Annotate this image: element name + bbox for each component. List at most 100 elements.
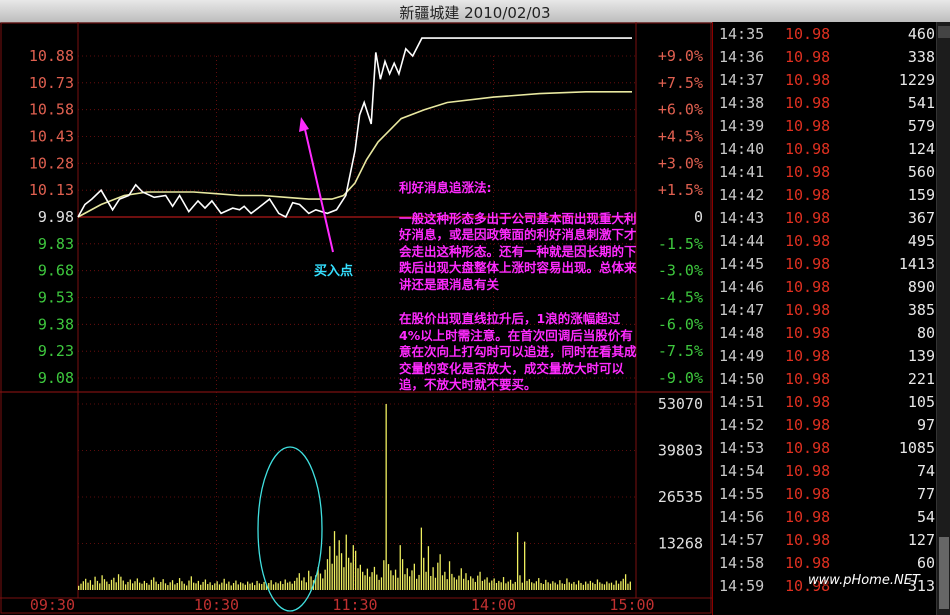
- trade-row: 14:56 10.98 54: [713, 506, 935, 529]
- volume-bar: [188, 580, 190, 590]
- volume-bar: [225, 583, 228, 590]
- trade-time: 14:54: [719, 462, 765, 480]
- volume-bar: [106, 581, 108, 590]
- trade-price: 10.98: [785, 416, 831, 434]
- volume-bar: [397, 577, 399, 590]
- volume-bar: [425, 571, 427, 590]
- volume-bar: [366, 568, 369, 590]
- volume-bar: [387, 564, 390, 590]
- volume-bar: [146, 582, 148, 590]
- volume-bar: [117, 574, 120, 590]
- trade-volume: 139: [907, 347, 935, 365]
- volume-bar: [408, 576, 411, 590]
- volume-bar: [347, 557, 350, 590]
- volume-bar: [282, 584, 284, 590]
- trade-row: 14:50 10.98 221: [713, 368, 935, 391]
- trade-row: 14:54 10.98 74: [713, 460, 935, 483]
- volume-bar: [291, 583, 293, 590]
- trade-volume: 890: [907, 278, 935, 296]
- volume-bar: [120, 576, 122, 590]
- trade-time: 14:49: [719, 347, 765, 365]
- trade-price: 10.98: [785, 255, 831, 273]
- volume-bar: [394, 569, 397, 590]
- volume-bar: [624, 574, 627, 590]
- window-title-bar: 新疆城建 2010/02/03: [0, 0, 950, 23]
- annotation-title: 利好消息追涨法:: [399, 180, 492, 195]
- volume-bar: [129, 579, 131, 590]
- volume-bar: [136, 578, 138, 590]
- volume-bar: [493, 578, 495, 590]
- trade-row: 14:42 10.98 159: [713, 184, 935, 207]
- volume-bar: [221, 582, 223, 590]
- volume-bar: [80, 583, 82, 590]
- volume-bar: [418, 574, 420, 590]
- volume-bar: [185, 585, 188, 590]
- volume-bar: [542, 584, 545, 590]
- trade-price: 10.98: [785, 554, 831, 572]
- volume-bar: [514, 581, 516, 590]
- trade-row: 14:39 10.98 579: [713, 115, 935, 138]
- time-tick-label: 15:00: [609, 596, 654, 614]
- volume-bar: [340, 553, 343, 590]
- volume-tick-label: 26535: [658, 488, 703, 506]
- volume-bar: [101, 575, 103, 590]
- trade-time: 14:38: [719, 94, 765, 112]
- scroll-up-arrow-icon[interactable]: [938, 26, 950, 38]
- volume-bar: [364, 575, 366, 590]
- trade-time: 14:51: [719, 393, 765, 411]
- price-tick-label: 9.68: [38, 262, 74, 280]
- volume-tick-label: 13268: [658, 535, 703, 553]
- volume-bar: [472, 578, 474, 590]
- scrollbar-thumb[interactable]: [939, 537, 949, 609]
- volume-bar: [488, 582, 491, 590]
- trade-list-scrollbar[interactable]: [936, 22, 950, 615]
- volume-bar: [171, 580, 174, 590]
- volume-bar: [369, 576, 371, 590]
- volume-bar: [585, 581, 587, 590]
- volume-tick-label: 53070: [658, 395, 703, 413]
- volume-bar: [552, 581, 554, 590]
- trade-time: 14:52: [719, 416, 765, 434]
- volume-bar: [606, 581, 608, 590]
- volume-bar: [524, 541, 526, 590]
- trade-time: 14:58: [719, 554, 765, 572]
- trade-row: 14:49 10.98 139: [713, 345, 935, 368]
- volume-bar: [594, 584, 596, 590]
- volume-bar: [608, 583, 610, 590]
- volume-bar: [162, 579, 164, 590]
- volume-bar: [200, 584, 202, 590]
- volume-bar: [505, 583, 507, 590]
- volume-bar: [193, 582, 195, 590]
- percent-tick-label: +7.5%: [658, 74, 703, 92]
- trade-row: 14:36 10.98 338: [713, 46, 935, 69]
- trade-volume: 338: [907, 48, 935, 66]
- volume-axis: 53070 39803 26535 13268: [658, 395, 703, 553]
- volume-bar: [211, 585, 214, 590]
- volume-bar: [94, 576, 96, 590]
- trade-volume: 495: [907, 232, 935, 250]
- volume-bar: [561, 583, 563, 590]
- volume-bar: [143, 580, 146, 590]
- trade-price: 10.98: [785, 324, 831, 342]
- volume-bar: [434, 577, 437, 590]
- volume-bar: [592, 582, 594, 590]
- volume-bar: [380, 577, 383, 590]
- volume-bar: [432, 567, 434, 590]
- trade-price: 10.98: [785, 485, 831, 503]
- volume-bar: [580, 582, 582, 590]
- volume-bar: [390, 570, 392, 590]
- volume-bar: [441, 575, 444, 590]
- volume-bar: [174, 584, 176, 590]
- volume-bar: [258, 583, 261, 590]
- buy-point-arrow-head: [299, 117, 309, 132]
- volume-bar: [275, 582, 277, 590]
- volume-bar: [209, 582, 211, 590]
- trade-price: 10.98: [785, 439, 831, 457]
- trade-row: 14:37 10.98 1229: [713, 69, 935, 92]
- price-axis: 10.88 10.73 10.58 10.43 10.28 10.13 9.98 9.83 9.…: [29, 47, 74, 387]
- trade-price: 10.98: [785, 508, 831, 526]
- volume-bar: [411, 570, 413, 590]
- percent-tick-label: -9.0%: [658, 369, 703, 387]
- volume-bar: [573, 581, 575, 590]
- volume-bar: [486, 577, 488, 590]
